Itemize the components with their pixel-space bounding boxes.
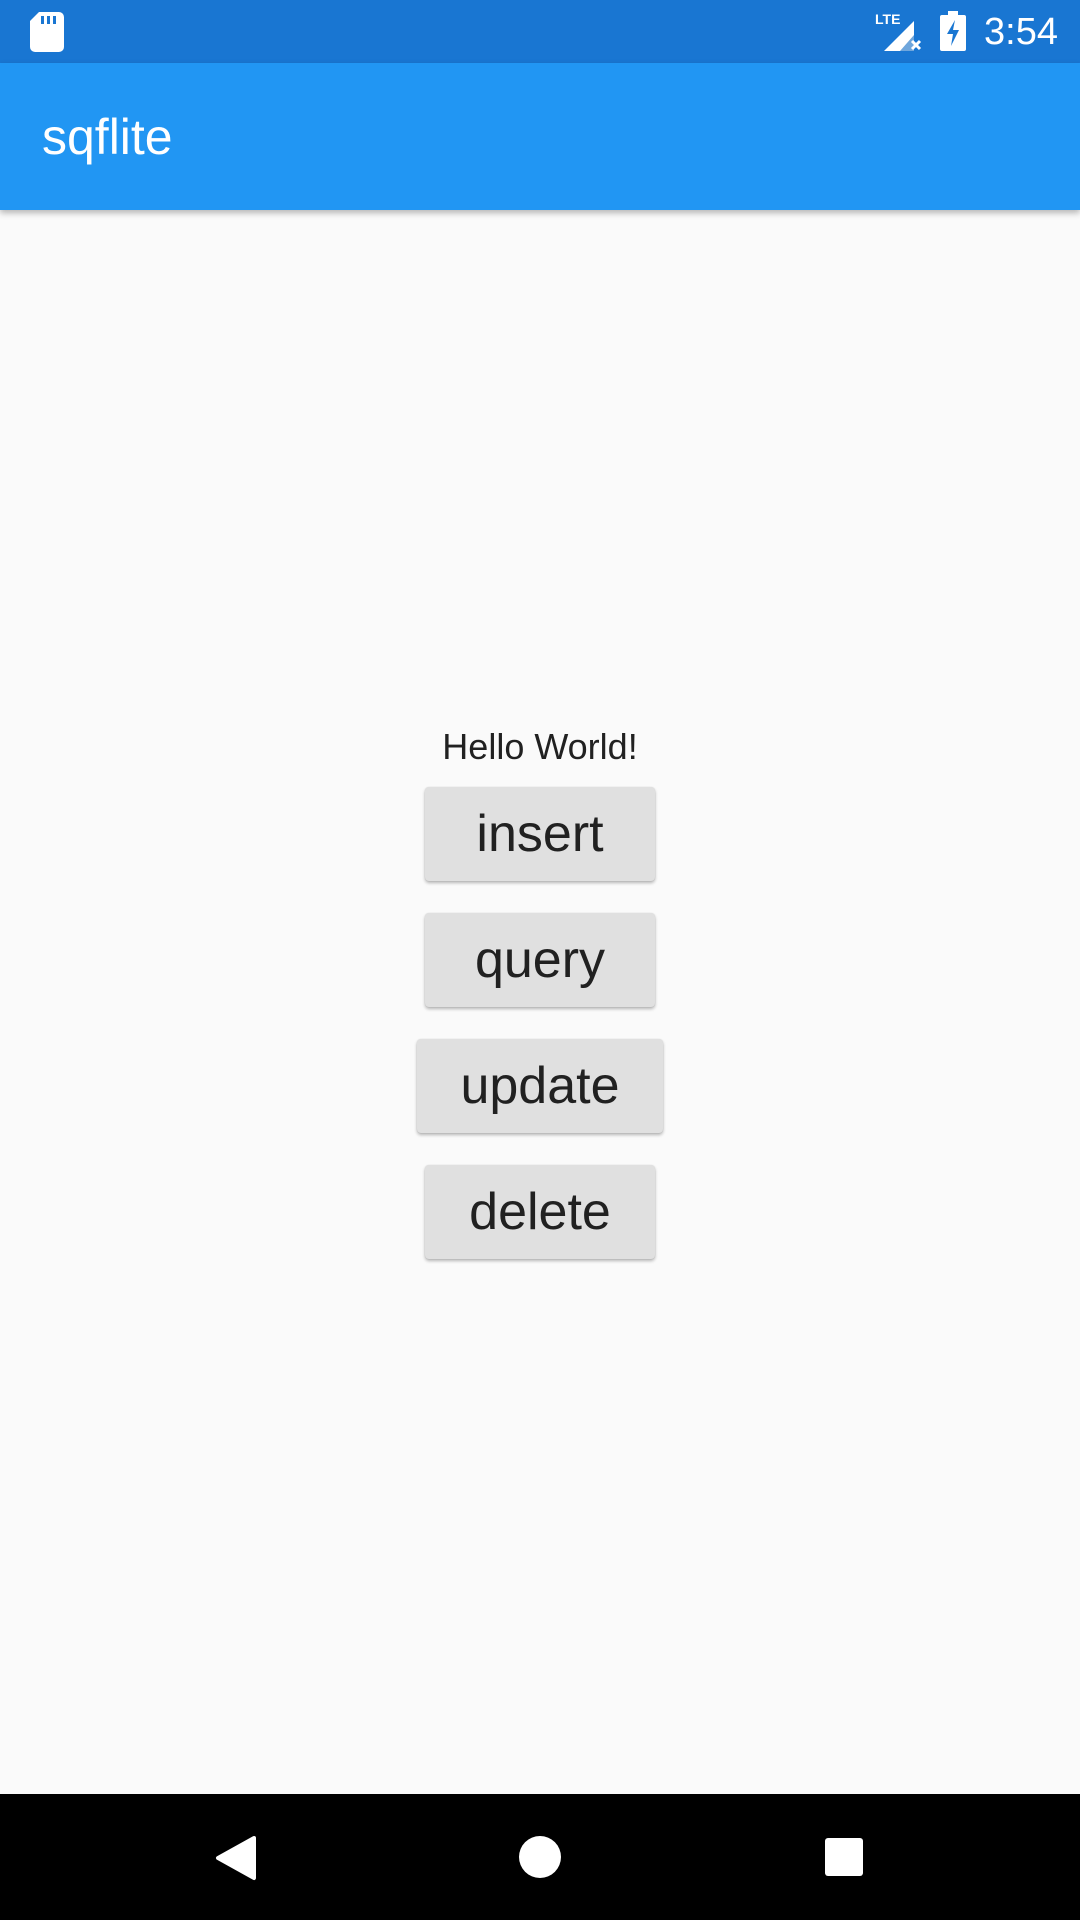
navigation-bar [0, 1794, 1080, 1920]
lte-label: LTE [875, 11, 900, 27]
app-title: sqflite [42, 109, 173, 165]
status-time: 3:54 [984, 11, 1058, 53]
insert-button[interactable]: insert [425, 787, 655, 881]
sd-card-icon [30, 12, 64, 52]
main-content: Hello World! insert query update delete [0, 210, 1080, 1794]
home-icon[interactable] [518, 1835, 562, 1879]
status-bar: LTE 3:54 [0, 0, 1080, 63]
battery-charging-icon [940, 11, 966, 51]
query-button[interactable]: query [425, 913, 655, 1007]
app-bar: sqflite [0, 63, 1080, 210]
back-icon[interactable] [214, 1835, 258, 1881]
lte-signal-icon: LTE [875, 11, 922, 51]
delete-button[interactable]: delete [425, 1165, 655, 1259]
hello-message: Hello World! [442, 726, 638, 767]
update-button[interactable]: update [417, 1039, 663, 1133]
recents-icon[interactable] [824, 1837, 864, 1877]
app-screen: LTE 3:54 sqflite Hello World! insert que… [0, 0, 1080, 1920]
